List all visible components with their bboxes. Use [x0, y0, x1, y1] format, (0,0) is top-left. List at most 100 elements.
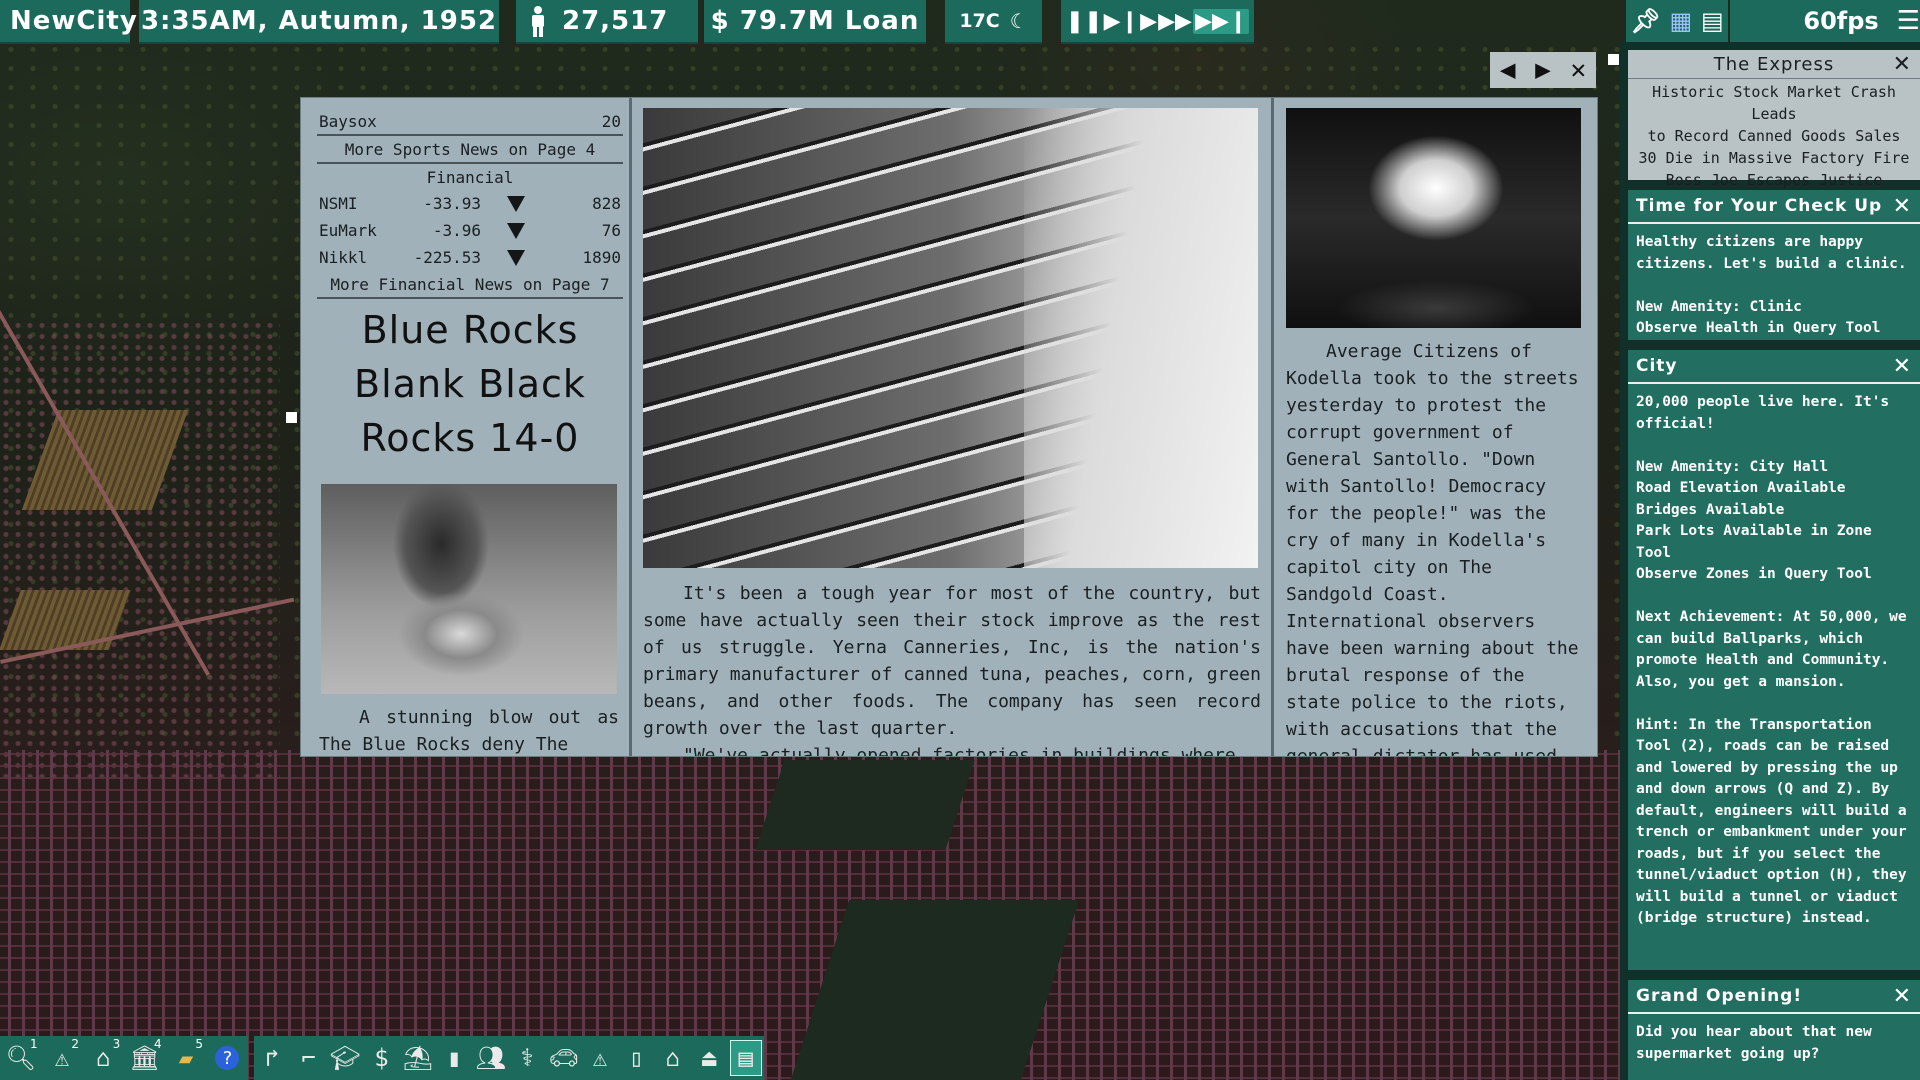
hotkey-label: 4 — [154, 1037, 162, 1051]
express-newspaper-card[interactable]: The Express ✕ Historic Stock Market Cras… — [1628, 50, 1920, 189]
fps-display: 60fps ☰ — [1730, 0, 1920, 44]
notification-card[interactable]: Grand Opening! ✕ Did you hear about that… — [1628, 980, 1920, 1080]
notification-body: Did you hear about that new supermarket … — [1636, 1024, 1872, 1062]
headline-line: Blank Black — [354, 362, 586, 406]
play-icon[interactable]: ▶ — [1140, 9, 1157, 34]
hotkey-label: 3 — [112, 1037, 121, 1051]
stock-row: Nikkl -225.53 1890 — [313, 244, 627, 271]
education-view-button[interactable]: 🎓︎ — [330, 1041, 360, 1075]
sports-headline: Blue Rocks Blank Black Rocks 14-0 — [313, 303, 627, 465]
notification-header: Time for Your Check Up ✕ — [1628, 190, 1920, 224]
car-icon: 🚗︎ — [548, 1044, 579, 1072]
financial-heading: Financial — [426, 167, 514, 187]
rail-icon: ⌐ — [301, 1044, 316, 1072]
express-headline: to Record Canned Goods Sales — [1647, 127, 1901, 145]
team-name: Baysox — [319, 111, 377, 131]
column-divider — [1271, 98, 1274, 756]
newspaper: Baysox 20 More Sports News on Page 4 Fin… — [301, 98, 1597, 756]
road-icon: ⚠ — [54, 1044, 70, 1072]
previous-page-icon[interactable]: ◀ — [1500, 55, 1516, 85]
traffic-view-button[interactable]: 🚗︎ — [548, 1041, 579, 1075]
fast-forward-icon[interactable]: ▶▶ — [1158, 9, 1192, 34]
crime-view-button[interactable]: ⚠ — [585, 1041, 615, 1075]
newspaper-icon[interactable]: ▤ — [1701, 7, 1724, 35]
pin-icon[interactable]: 📌︎ — [1630, 7, 1660, 35]
community-view-button[interactable]: 👥︎ — [476, 1041, 506, 1075]
budget-display[interactable]: $ 79.7M Loan — [704, 0, 926, 44]
baseball-slide-photo — [321, 484, 617, 694]
newspaper-nav: ◀ ▶ ✕ — [1490, 52, 1596, 88]
express-header: The Express ✕ — [1628, 50, 1920, 79]
notification-card[interactable]: Time for Your Check Up ✕ Healthy citizen… — [1628, 190, 1920, 340]
notification-card[interactable]: City ✕ 20,000 people live here. It's off… — [1628, 350, 1920, 970]
close-icon[interactable]: ✕ — [1893, 354, 1912, 379]
notification-body: 20,000 people live here. It's official! … — [1636, 394, 1907, 926]
main-article-paragraph: It's been a tough year for most of the c… — [643, 583, 1261, 739]
factory-fire-photo — [1286, 108, 1581, 328]
view-mode-bar: ↱ ⌐ 🎓︎ $ ⛱ ▮ 👥︎ ⚕ 🚗︎ ⚠ ▯ ⌂ ⏏ ▤ — [254, 1036, 764, 1080]
road-curve-icon: ↱ — [264, 1044, 280, 1072]
stock-row: EuMark -3.96 76 — [313, 217, 627, 244]
energy-view-button[interactable]: ▯ — [621, 1041, 651, 1075]
housing-view-button[interactable]: ⌂ — [658, 1041, 688, 1075]
main-article-continued: "We've actually opened factories in buil… — [683, 745, 1236, 756]
query-tool-button[interactable]: 🔍︎ 1 — [5, 1037, 37, 1075]
top-tool-buttons: 📌︎ ▦ ▤ — [1626, 0, 1728, 44]
notification-title: Grand Opening! — [1636, 986, 1803, 1006]
bench-icon: ⛱ — [402, 1044, 434, 1072]
close-icon[interactable]: ✕ — [1893, 984, 1912, 1009]
population-counter[interactable]: 27,517 — [516, 0, 698, 44]
close-icon[interactable]: ✕ — [1893, 194, 1912, 219]
transit-view-button[interactable]: ⌐ — [294, 1041, 324, 1075]
close-icon[interactable]: ✕ — [1893, 52, 1912, 77]
headline-line: Blue Rocks — [361, 308, 579, 352]
next-page-icon[interactable]: ▶ — [1535, 55, 1551, 85]
main-article: It's been a tough year for most of the c… — [643, 580, 1261, 756]
population-value: 27,517 — [562, 6, 669, 36]
zoning-view-button[interactable]: ⏏ — [694, 1041, 724, 1075]
budget-tool-button[interactable]: ▰ 5 — [171, 1037, 203, 1075]
house-icon: ⌂ — [96, 1044, 111, 1072]
zone-tool-button[interactable]: ⌂ 3 — [88, 1037, 120, 1075]
recreation-view-button[interactable]: ⛱ — [403, 1041, 433, 1075]
close-icon[interactable]: ✕ — [1570, 55, 1586, 85]
pause-icon[interactable]: ❚❚ — [1066, 9, 1103, 34]
fastest-icon[interactable]: ▶▶❙ — [1193, 8, 1250, 34]
city-name[interactable]: NewCity — [0, 0, 137, 44]
score-row: Baysox 20 — [313, 108, 627, 134]
stock-row: NSMI -33.93 828 — [313, 190, 627, 217]
amenity-tool-button[interactable]: 🏛︎ 4 — [129, 1037, 161, 1075]
express-title: The Express — [1713, 53, 1835, 75]
transportation-tool-button[interactable]: ⚠ 2 — [47, 1037, 79, 1075]
team-score: 20 — [601, 111, 621, 131]
newspaper-view-button[interactable]: ▤ — [729, 1040, 762, 1076]
hotkey-label: 5 — [195, 1037, 203, 1051]
density-view-button[interactable]: ▮ — [439, 1041, 469, 1075]
money-icon: ▰ — [178, 1044, 194, 1072]
resize-handle[interactable] — [286, 412, 297, 423]
down-arrow-icon — [507, 222, 525, 239]
menu-icon[interactable]: ☰ — [1897, 6, 1920, 36]
notification-body: Healthy citizens are happy citizens. Let… — [1636, 234, 1907, 336]
express-headline: Boss Joe Escapes Justice — [1665, 171, 1883, 189]
park-lot — [755, 760, 975, 850]
more-financial-link: More Financial News on Page 7 — [330, 274, 610, 294]
person-icon — [532, 6, 544, 37]
battery-icon: ▯ — [629, 1044, 644, 1072]
road-view-button[interactable]: ↱ — [257, 1041, 287, 1075]
grid-icon[interactable]: ▦ — [1670, 7, 1693, 35]
weather-display[interactable]: 17C ☾ — [945, 0, 1042, 44]
tool-category-bar: 🔍︎ 1 ⚠ 2 ⌂ 3 🏛︎ 4 ▰ 5 ? — [0, 1036, 248, 1080]
resize-handle[interactable] — [1608, 54, 1619, 65]
health-view-button[interactable]: ⚕ — [512, 1041, 542, 1075]
dollar-icon: $ — [374, 1044, 389, 1072]
headline-line: Rocks 14-0 — [360, 416, 580, 460]
hat-icon: ⏏ — [702, 1044, 717, 1072]
finance-view-button[interactable]: $ — [366, 1041, 396, 1075]
step-icon[interactable]: ▶❙ — [1104, 9, 1139, 34]
newspaper-icon: ▤ — [738, 1044, 753, 1072]
stock-name: NSMI — [319, 194, 358, 213]
more-sports-link: More Sports News on Page 4 — [344, 139, 596, 159]
stock-value: 76 — [601, 221, 621, 240]
help-button[interactable]: ? — [212, 1041, 242, 1075]
